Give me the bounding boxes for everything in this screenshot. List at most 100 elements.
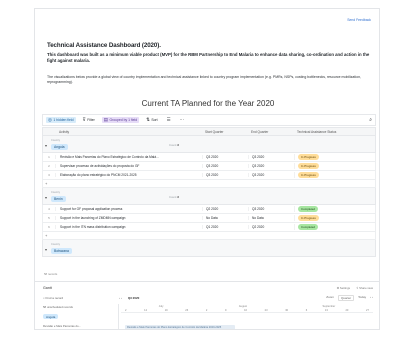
records-count: 58 records [44,272,58,276]
grid-header: Activity Start Quarter End Quarter Techn… [42,127,376,136]
day-label: 9 [224,309,227,312]
filter-label: Filter [87,118,95,122]
table-row[interactable]: 1 Revisão e Mais Parcerias do Plano Estr… [42,153,376,162]
month-label: August [238,305,247,308]
day-label: 26 [185,309,189,312]
filter-icon: ⊽ [82,117,86,122]
column-header-end-quarter[interactable]: End Quarter [248,130,294,134]
cell-status[interactable]: In Progress [294,163,375,169]
cell-start-quarter[interactable]: Q2 2020 [202,207,248,211]
cell-status[interactable]: Completed [294,224,375,230]
prev-next-icon[interactable]: ‹ › [370,295,373,301]
status-badge: Completed [298,224,318,230]
group-count: Count 3 [169,143,179,147]
table-row[interactable]: 4 Support for GF proposal application pr… [42,205,376,214]
send-feedback-link[interactable]: Send Feedback [347,18,371,22]
cell-start-quarter[interactable]: No Data [202,216,248,220]
group-header-angola[interactable]: ▾ Country Angola Count 3 [42,136,376,153]
cell-end-quarter[interactable]: Q3 2020 [248,164,294,168]
column-header-start-quarter[interactable]: Start Quarter [202,130,248,134]
cell-status[interactable]: Completed [294,206,375,212]
share-view-button[interactable]: ⇪ Share view [356,286,373,290]
gantt-search[interactable]: ⌕ Find a record [43,296,113,300]
cell-start-quarter[interactable]: Q1 2020 [202,225,248,229]
hidden-fields-button[interactable]: ◎ 1 hidden field [46,117,76,123]
add-record-button[interactable]: + [42,232,376,240]
group-value-pill: Angola [51,144,68,150]
table-row[interactable]: 2 Supervisar processo de actividações do… [42,162,376,171]
row-number: 6 [48,225,50,229]
row-number: 1 [48,155,50,159]
cell-activity[interactable]: Support for GF proposal application proc… [55,207,202,211]
collapse-caret-icon[interactable]: ▾ [45,195,47,200]
column-header-status[interactable]: Technical Assistance Status [294,130,375,134]
group-header-botswana[interactable]: ▾ Country Botswana [42,240,376,257]
unscheduled-records[interactable]: 58 unscheduled records [43,304,118,311]
zoom-select[interactable]: Quarter [337,295,355,301]
gantt-record-list: 58 unscheduled records Angola Revisão e … [43,304,119,329]
more-button[interactable]: ⋯ [178,117,186,123]
gear-icon: ⚙ [336,286,340,290]
cell-status[interactable]: In Progress [294,172,375,178]
day-label: 30 [285,309,289,312]
cell-end-quarter[interactable]: Q3 2020 [248,155,294,159]
settings-label: Settings [339,286,351,290]
cell-end-quarter[interactable]: Q3 2020 [248,207,294,211]
day-label: 2 [205,309,208,312]
collapse-caret-icon[interactable]: ▾ [45,143,47,148]
share-label: Share view [359,286,373,290]
filter-button[interactable]: ⊽ Filter [81,117,97,123]
group-value-pill: Benin [51,196,66,202]
cell-status[interactable]: In Progress [294,215,375,221]
day-label: 13 [324,309,328,312]
group-count-value: 3 [177,143,179,147]
group-icon: ▤ [103,117,108,122]
day-label: 12 [144,309,148,312]
cell-start-quarter[interactable]: Q3 2020 [202,173,248,177]
page-title: Technical Assistance Dashboard (2020). [47,42,161,49]
sort-button[interactable]: ⇅ Sort [144,117,159,123]
cell-start-quarter[interactable]: Q3 2020 [202,164,248,168]
eye-off-icon: ◎ [48,117,52,122]
nav-arrows[interactable]: ‹ › [119,296,122,300]
gantt-panel: Gantt ⚙ Settings ⇪ Share view ⌕ Find a r… [35,281,379,329]
cell-activity[interactable]: Supervisar processo de actividações do p… [55,164,202,168]
table-row[interactable]: 6 Support in the ITN mass distribution c… [42,223,376,232]
row-height-button[interactable]: ☰ [165,117,173,123]
cell-end-quarter[interactable]: Q3 2020 [248,173,294,177]
group-header-benin[interactable]: ▾ Country Benin Count 3 [42,188,376,205]
zoom-controls: Zoom Quarter Today ‹ › [326,295,373,301]
cell-end-quarter[interactable]: No Data [248,216,294,220]
today-button[interactable]: Today [358,295,366,301]
row-number: 5 [48,216,50,220]
cell-activity[interactable]: Revisão e Mais Parcerias do Plano Estrat… [55,155,202,159]
table-row[interactable]: 3 Elaboração do plano estratégico do PNC… [42,171,376,180]
cell-activity[interactable]: Support in the ITN mass distribution cam… [55,225,202,229]
cell-end-quarter[interactable]: Q2 2020 [248,225,294,229]
cell-start-quarter[interactable]: Q3 2020 [202,155,248,159]
gantt-task-name[interactable]: Revisão e Mais Parcerias do... [43,324,118,328]
table-row[interactable]: 5 Support in the launching of ZMDMN camp… [42,214,376,223]
group-field-label: Country [51,139,61,142]
cell-activity[interactable]: Elaboração do plano estratégico do PNCM … [55,173,202,177]
collapse-caret-icon[interactable]: ▾ [45,247,47,252]
group-button[interactable]: ▤ Grouped by 1 field [101,117,140,123]
day-label: 20 [345,309,349,312]
cell-activity[interactable]: Support in the launching of ZMDMN campai… [55,216,202,220]
view-title: Current TA Planned for the Year 2020 [141,99,275,108]
hidden-fields-label: 1 hidden field [53,118,74,122]
column-header-activity[interactable]: Activity [55,130,202,134]
row-number: 2 [48,164,50,168]
row-number: 3 [48,173,50,177]
view-toolbar: ◎ 1 hidden field ⊽ Filter ▤ Grouped by 1… [42,114,376,126]
page-description-secondary: The visualizations below provide a globa… [47,75,361,84]
cell-status[interactable]: In Progress [294,154,375,160]
group-count: Count 3 [169,195,179,199]
gantt-task-bar[interactable]: Revisão e Mais Parcerias do Plano Estrat… [125,325,235,329]
settings-button[interactable]: ⚙ Settings [337,286,350,290]
status-badge: Completed [298,206,318,212]
status-badge: In Progress [298,215,319,221]
day-label: 19 [164,309,168,312]
search-icon[interactable]: ⌕ [369,117,372,123]
add-record-button[interactable]: + [42,180,376,188]
